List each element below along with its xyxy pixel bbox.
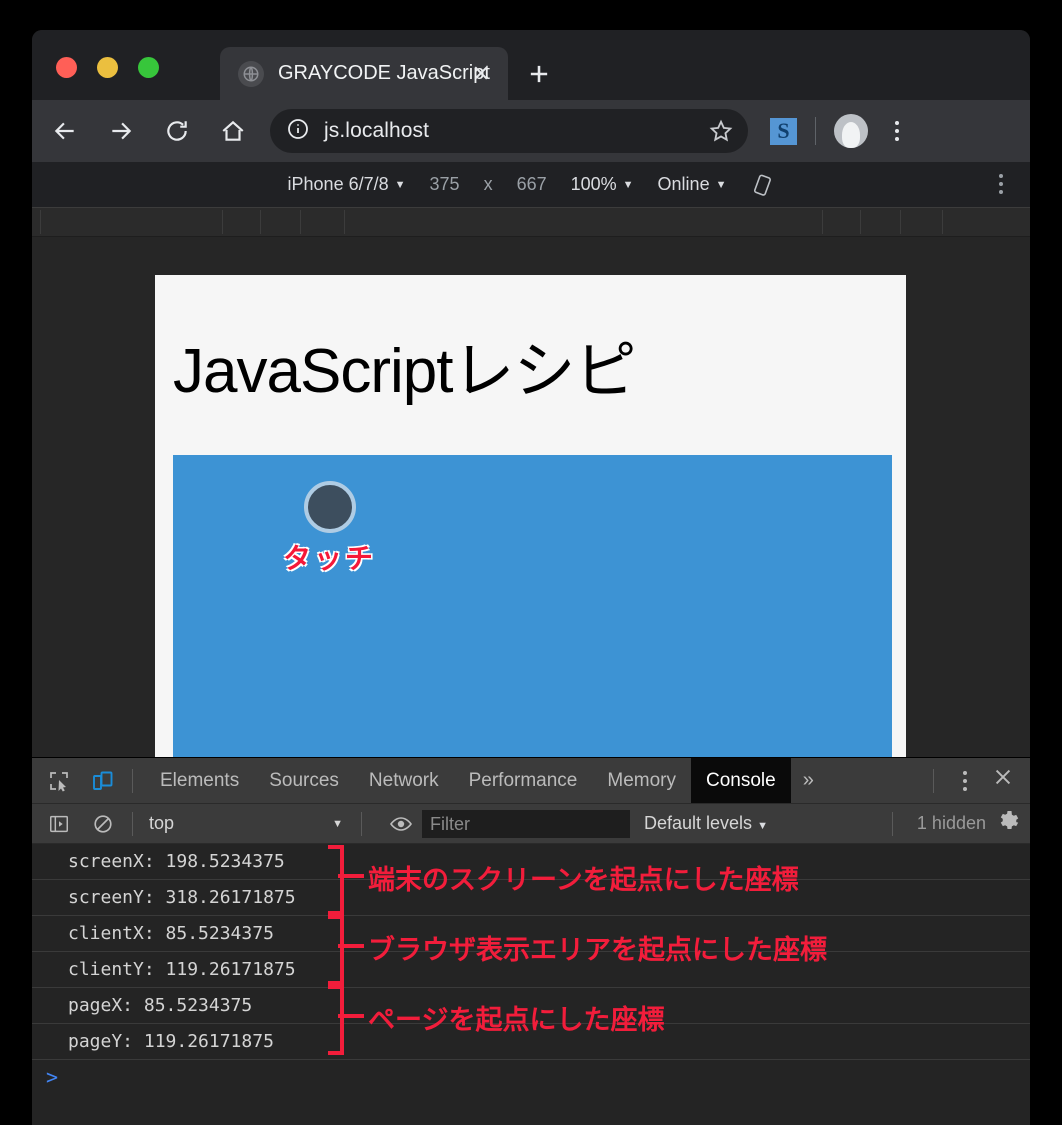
console-prompt-caret: > <box>46 1065 59 1089</box>
tab-network[interactable]: Network <box>354 758 454 803</box>
hidden-messages-count[interactable]: 1 hidden <box>917 813 986 834</box>
tab-sources[interactable]: Sources <box>254 758 354 803</box>
new-tab-button[interactable] <box>524 60 554 90</box>
zoom-value: 100% <box>570 174 617 194</box>
toolbar-divider <box>933 768 934 793</box>
console-message-text: clientX: 85.5234375 <box>68 923 274 944</box>
kebab-menu-icon[interactable] <box>988 168 1014 200</box>
console-filter-input[interactable]: Filter <box>422 809 630 838</box>
console-prompt[interactable]: > <box>32 1060 1030 1095</box>
chevron-down-icon: ▼ <box>332 817 343 830</box>
console-empty-space <box>32 1095 1030 1125</box>
devtools-tab-bar: Elements Sources Network Performance Mem… <box>32 758 1030 804</box>
console-message[interactable]: screenY: 318.26171875 <box>32 880 1030 916</box>
browser-window: GRAYCODE JavaScript js.localhost S iPhon… <box>32 30 1030 1125</box>
tab-console[interactable]: Console <box>691 758 791 803</box>
throttling-selector[interactable]: Online ▼ <box>658 174 727 195</box>
web-page: JavaScriptレシピ タッチ <box>155 275 906 757</box>
console-message[interactable]: pageX: 85.5234375 <box>32 988 1030 1024</box>
device-ruler <box>32 207 1030 237</box>
console-message-text: clientY: 119.26171875 <box>68 959 296 980</box>
console-context-selector[interactable]: top ▼ <box>149 813 349 834</box>
maximize-window-button[interactable] <box>138 57 159 78</box>
minimize-window-button[interactable] <box>97 57 118 78</box>
device-selector[interactable]: iPhone 6/7/8 ▼ <box>288 174 406 195</box>
close-icon[interactable] <box>984 766 1030 795</box>
star-icon[interactable] <box>708 118 734 149</box>
kebab-menu-icon[interactable] <box>952 764 978 798</box>
chevron-down-icon: ▼ <box>394 178 406 191</box>
extension-icon[interactable]: S <box>770 117 797 145</box>
page-title: JavaScriptレシピ <box>173 337 636 406</box>
window-controls <box>56 57 159 78</box>
globe-icon <box>238 60 264 87</box>
chevron-down-icon: ▼ <box>715 178 727 191</box>
toolbar-divider <box>815 117 816 145</box>
console-toolbar-right: 1 hidden <box>880 809 1030 838</box>
tab-strip: GRAYCODE JavaScript <box>32 30 1030 100</box>
more-tabs-icon[interactable]: » <box>791 769 826 792</box>
device-height-input[interactable]: 667 <box>517 174 547 195</box>
console-message[interactable]: clientY: 119.26171875 <box>32 952 1030 988</box>
touch-point-marker <box>304 481 356 533</box>
arrow-left-icon[interactable] <box>46 112 84 150</box>
chevron-down-icon: ▼ <box>757 820 768 832</box>
clear-console-icon[interactable] <box>86 807 120 841</box>
console-message-text: pageY: 119.26171875 <box>68 1031 274 1052</box>
console-message-text: pageX: 85.5234375 <box>68 995 253 1016</box>
address-bar[interactable]: js.localhost <box>270 109 748 153</box>
arrow-right-icon[interactable] <box>102 112 140 150</box>
toolbar-divider <box>132 768 133 793</box>
console-toolbar: top ▼ Filter Default levels ▼ 1 hidden <box>32 804 1030 844</box>
rotate-icon[interactable] <box>750 173 774 197</box>
console-levels-value: Default levels <box>644 813 753 833</box>
toolbar-divider <box>891 811 893 836</box>
avatar[interactable] <box>834 114 868 148</box>
toolbar-divider <box>132 811 133 836</box>
tab-elements[interactable]: Elements <box>145 758 254 803</box>
zoom-selector[interactable]: 100% ▼ <box>571 174 634 195</box>
live-expression-icon[interactable] <box>384 807 418 841</box>
tab-performance[interactable]: Performance <box>454 758 593 803</box>
console-output: screenX: 198.5234375 screenY: 318.261718… <box>32 844 1030 1125</box>
console-message[interactable]: pageY: 119.26171875 <box>32 1024 1030 1060</box>
device-width-input[interactable]: 375 <box>430 174 460 195</box>
console-message[interactable]: screenX: 198.5234375 <box>32 844 1030 880</box>
reload-icon[interactable] <box>158 112 196 150</box>
tab-memory[interactable]: Memory <box>592 758 691 803</box>
kebab-menu-icon[interactable] <box>882 114 912 148</box>
close-window-button[interactable] <box>56 57 77 78</box>
console-message-text: screenX: 198.5234375 <box>68 851 285 872</box>
gear-icon[interactable] <box>996 809 1020 838</box>
devtools-tabbar-actions <box>921 764 1030 798</box>
address-bar-url: js.localhost <box>324 119 430 142</box>
dimension-separator: x <box>483 174 493 194</box>
device-emulation-toolbar: iPhone 6/7/8 ▼ 375 x 667 100% ▼ Online ▼ <box>32 162 1030 207</box>
console-sidebar-icon[interactable] <box>42 807 76 841</box>
tab-title: GRAYCODE JavaScript <box>278 62 490 84</box>
device-viewport: JavaScriptレシピ タッチ <box>32 237 1030 757</box>
console-context-value: top <box>149 813 175 833</box>
device-toolbar-icon[interactable] <box>86 764 120 798</box>
chevron-down-icon: ▼ <box>622 178 634 191</box>
touch-label: タッチ <box>283 542 377 575</box>
console-message-text: screenY: 318.26171875 <box>68 887 296 908</box>
toolbar-divider <box>361 811 362 836</box>
console-message[interactable]: clientX: 85.5234375 <box>32 916 1030 952</box>
browser-toolbar: js.localhost S <box>32 100 1030 162</box>
console-levels-selector[interactable]: Default levels ▼ <box>644 813 768 834</box>
close-icon[interactable] <box>468 60 494 86</box>
device-name: iPhone 6/7/8 <box>287 174 389 194</box>
inspect-element-icon[interactable] <box>42 764 76 798</box>
info-circle-icon[interactable] <box>286 117 310 146</box>
throttling-value: Online <box>657 174 710 194</box>
browser-tab[interactable]: GRAYCODE JavaScript <box>220 47 508 100</box>
touch-area[interactable]: タッチ <box>173 455 892 757</box>
devtools-panel: Elements Sources Network Performance Mem… <box>32 757 1030 1125</box>
home-icon[interactable] <box>214 112 252 150</box>
